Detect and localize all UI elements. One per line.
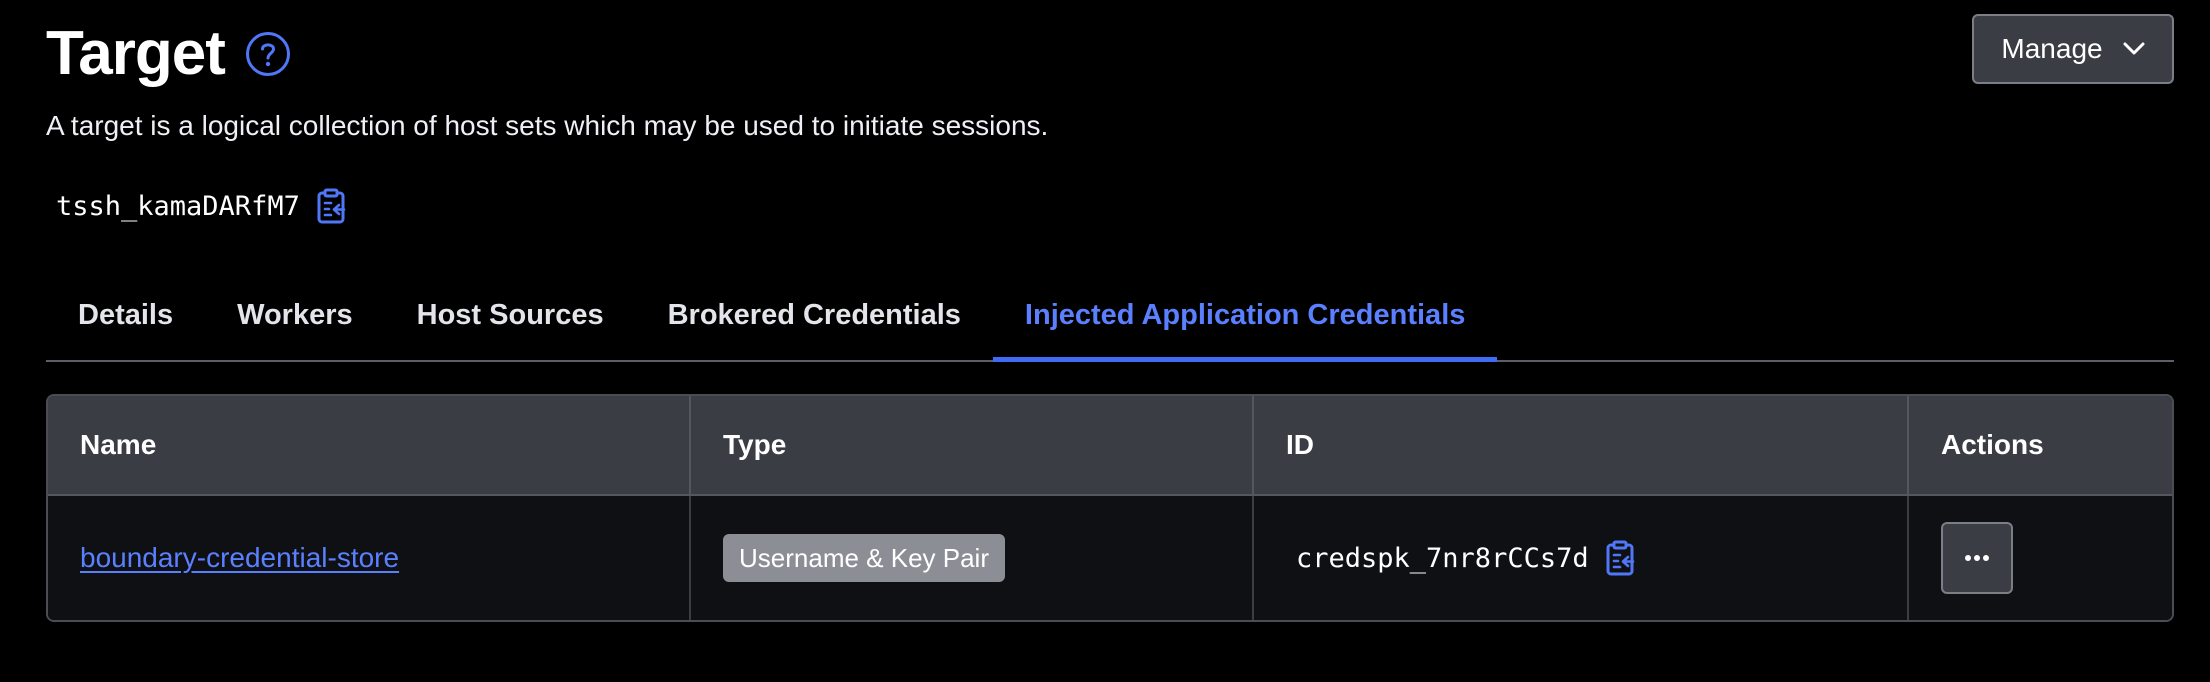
credentials-table: Name Type ID Actions boundary-credential… [46, 394, 2174, 622]
question-circle-icon[interactable] [245, 31, 291, 77]
column-header-name: Name [48, 396, 691, 494]
type-badge: Username & Key Pair [723, 534, 1005, 582]
column-header-id: ID [1254, 396, 1909, 494]
credential-name-link[interactable]: boundary-credential-store [80, 542, 399, 574]
tab-brokered-credentials[interactable]: Brokered Credentials [636, 270, 993, 360]
more-horizontal-icon [1965, 555, 1989, 561]
tab-details[interactable]: Details [46, 270, 205, 360]
manage-button-label: Manage [2001, 33, 2103, 64]
target-id: tssh_kamaDARfM7 [56, 190, 300, 222]
credential-id: credspk_7nr8rCCs7d [1296, 542, 1589, 574]
tab-injected-application-credentials[interactable]: Injected Application Credentials [992, 270, 1498, 362]
cell-id: credspk_7nr8rCCs7d [1254, 496, 1909, 620]
chevron-down-icon [2123, 42, 2145, 55]
table-header: Name Type ID Actions [48, 396, 2172, 496]
page-title: Target [46, 19, 226, 88]
page-header: Target Manage A target is a logical coll… [46, 0, 2174, 141]
clipboard-copy-icon[interactable] [316, 188, 346, 224]
manage-button[interactable]: Manage [1972, 14, 2174, 84]
row-actions-button[interactable] [1941, 522, 2013, 594]
target-id-row: tssh_kamaDARfM7 [56, 188, 346, 224]
tab-host-sources[interactable]: Host Sources [385, 270, 636, 360]
tab-bar: Details Workers Host Sources Brokered Cr… [46, 270, 2174, 362]
column-header-actions: Actions [1941, 429, 2044, 460]
cell-name: boundary-credential-store [48, 496, 691, 620]
table-row: boundary-credential-store Username & Key… [48, 496, 2172, 620]
target-page: Target Manage A target is a logical coll… [46, 0, 2174, 622]
clipboard-copy-icon[interactable] [1605, 540, 1635, 576]
page-description: A target is a logical collection of host… [46, 110, 1049, 141]
cell-actions [1909, 496, 2172, 620]
title-wrap: Target [46, 16, 291, 92]
column-header-type: Type [691, 396, 1254, 494]
cell-type: Username & Key Pair [691, 496, 1254, 620]
tab-workers[interactable]: Workers [205, 270, 385, 360]
